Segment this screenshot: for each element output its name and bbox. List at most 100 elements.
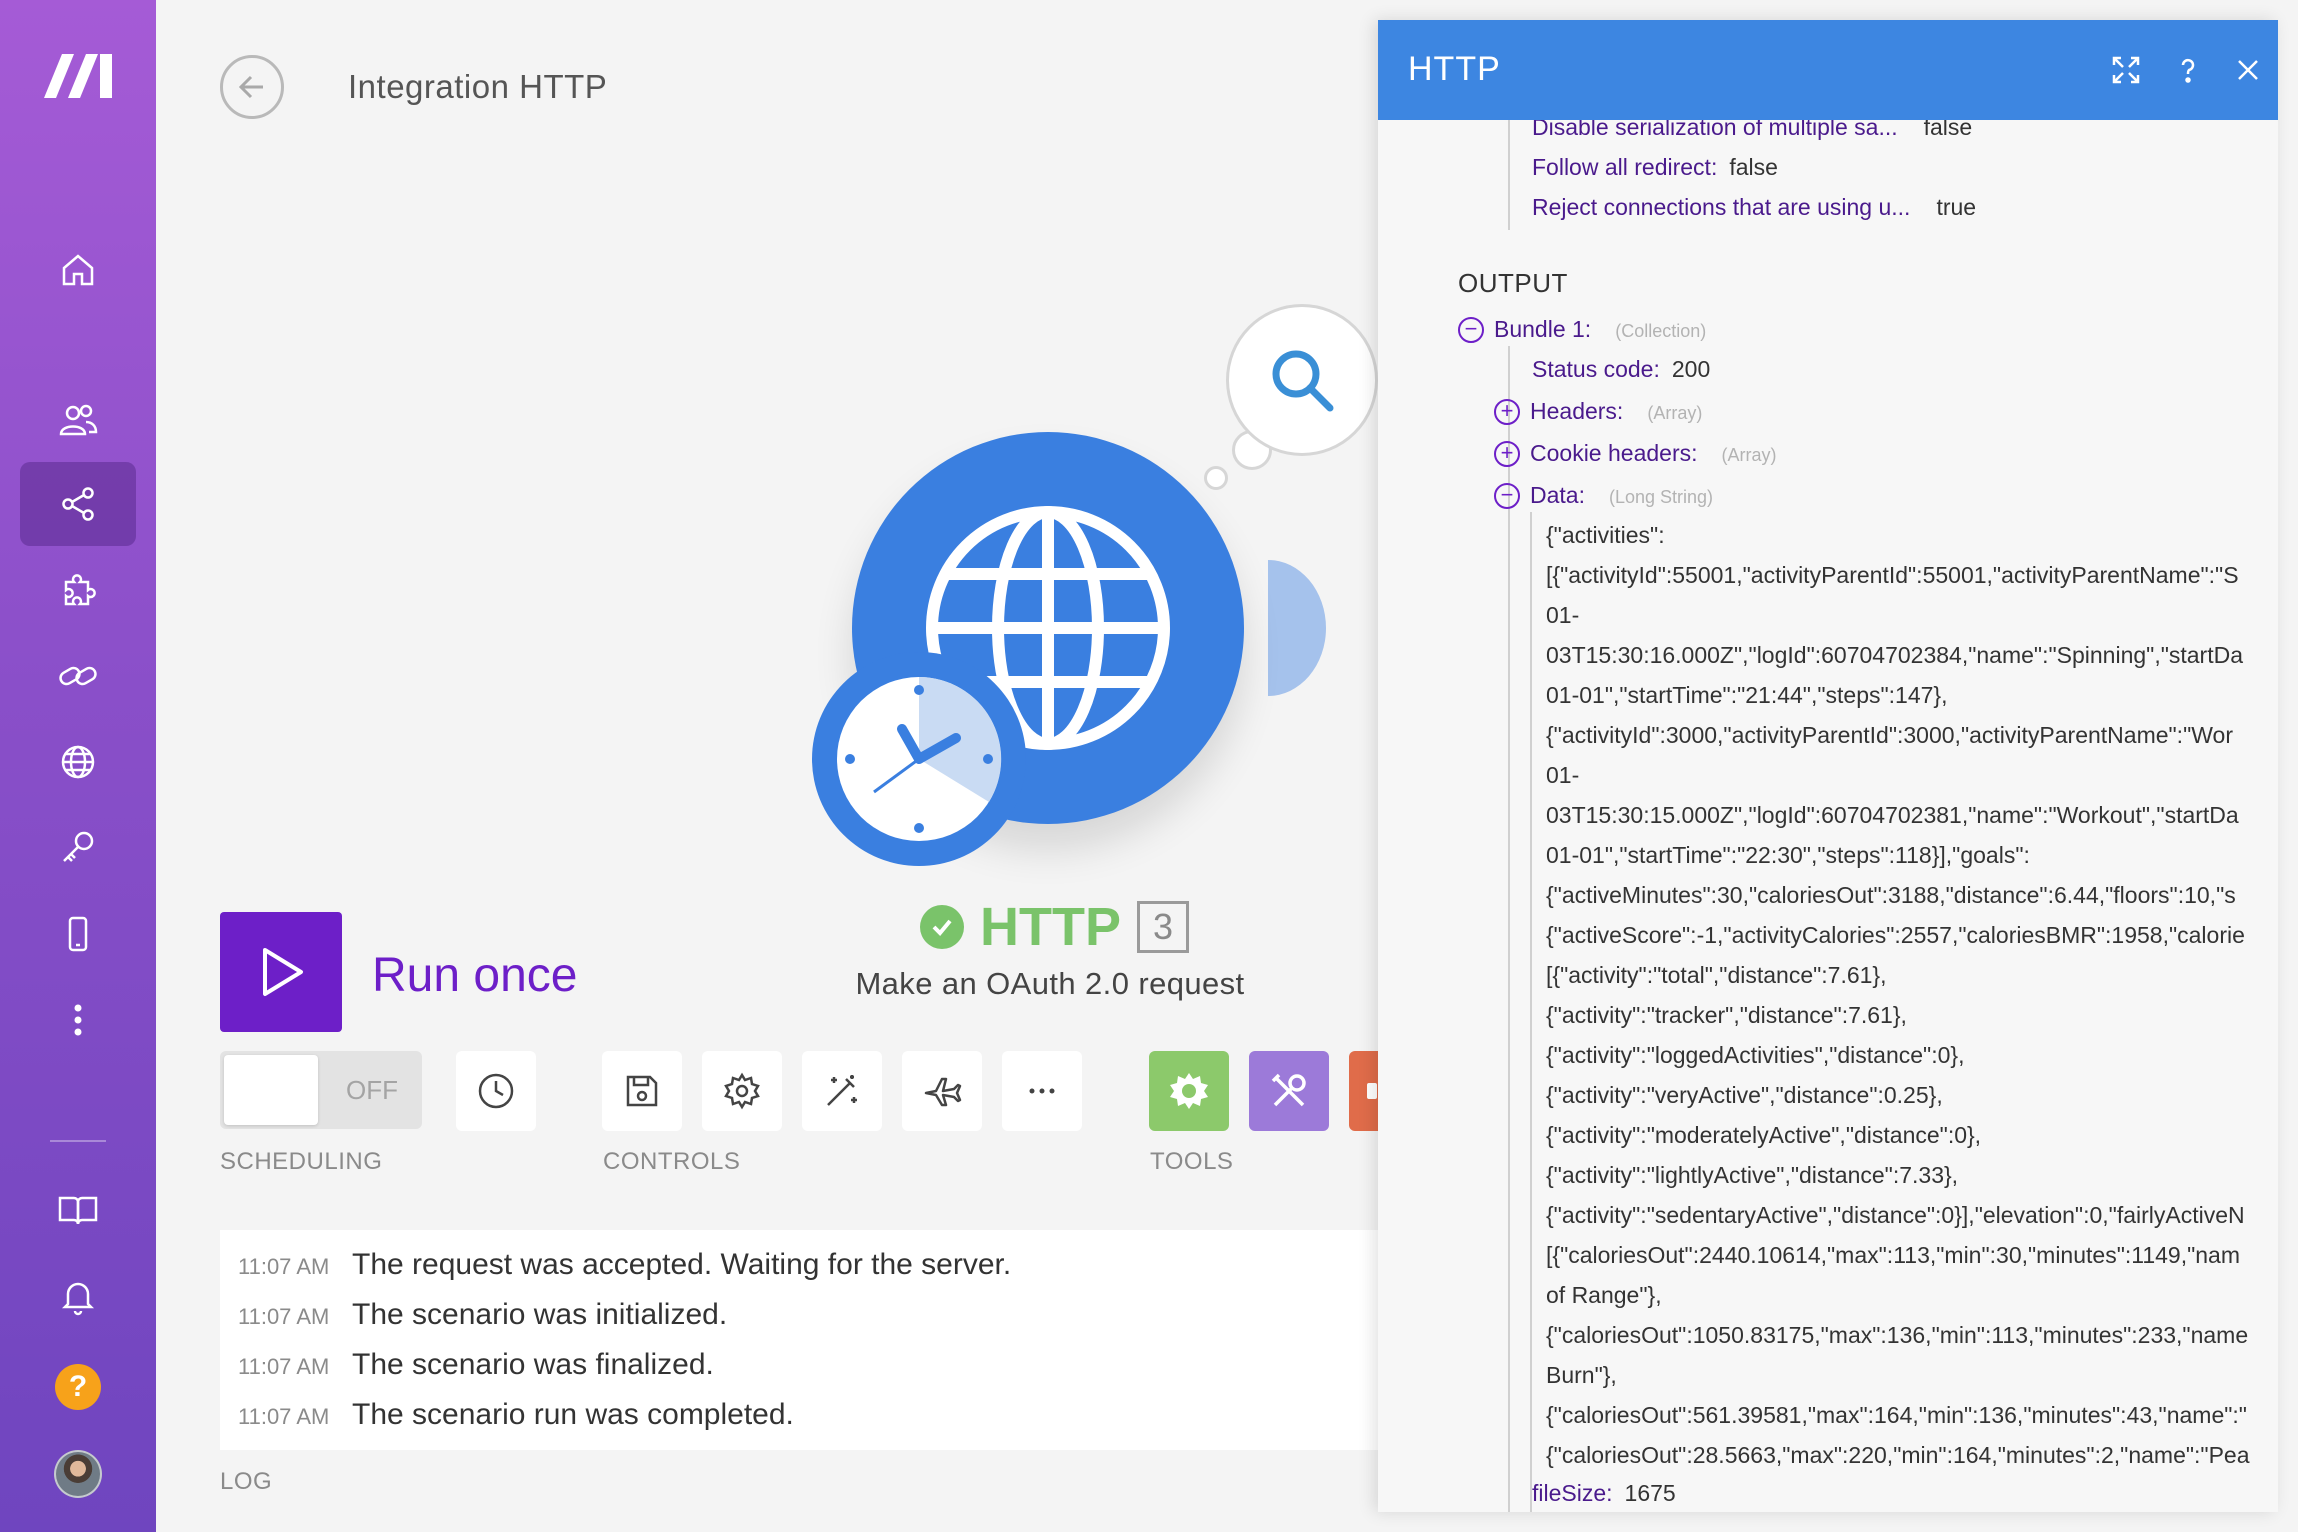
wrench-screwdriver-icon [1271,1073,1306,1107]
more-vertical-icon [74,1004,82,1036]
clock-icon [478,1073,514,1109]
data-type: (Long String) [1608,487,1714,507]
scheduling-toggle[interactable]: OFF [220,1051,422,1129]
data-row[interactable]: − Data: (Long String) [1494,482,1713,509]
page-title: Integration HTTP [348,68,608,105]
input-row: Disable serialization of multiple sa... … [1532,120,1972,141]
scenario-settings-button[interactable] [702,1051,782,1131]
help-icon[interactable] [2166,48,2210,92]
maximize-icon[interactable] [2104,48,2148,92]
sidebar-item-scenarios[interactable] [20,462,136,546]
sidebar-item-keys[interactable] [20,806,136,890]
log-label: LOG [220,1468,273,1495]
team-icon [59,404,98,436]
toggle-state: OFF [346,1075,398,1105]
apps-icon [64,574,96,606]
sidebar-item-notifications[interactable] [20,1254,136,1338]
data-line: {"activity":"veryActive","distance":0.25… [1546,1082,1943,1108]
data-line: {"activityId":3000,"activityParentId":30… [1546,722,2233,748]
thought-bubble-small [1204,466,1228,490]
headers-key: Headers: [1530,398,1624,424]
tools-button[interactable] [1149,1051,1229,1131]
globe-icon [61,745,95,779]
gear-icon [724,1072,760,1110]
log-time: 11:07 AM [238,1254,330,1279]
sidebar-item-home[interactable] [20,228,136,312]
log-entry: 11:07 AM The scenario was finalized. [238,1348,714,1382]
input-row: Reject connections that are using u... t… [1532,194,1976,221]
bundle-row[interactable]: − Bundle 1: (Collection) [1458,316,1706,343]
scheduling-label: SCHEDULING [220,1148,383,1175]
sidebar-item-webhooks[interactable] [20,720,136,804]
play-icon [263,948,303,996]
log-message: The scenario run was completed. [352,1398,794,1431]
collapse-icon[interactable]: − [1494,482,1520,509]
user-avatar[interactable] [54,1450,102,1498]
sidebar-item-more[interactable] [20,978,136,1062]
filesize-row: fileSize: 1675 [1532,1480,1676,1507]
sidebar-item-apps[interactable] [20,548,136,632]
explain-flow-button[interactable] [902,1051,982,1131]
flow-control-button[interactable] [1249,1051,1329,1131]
schedule-settings-button[interactable] [456,1051,536,1131]
sidebar-divider [50,1140,106,1142]
input-value: false [1729,154,1778,180]
bell-icon [61,1282,95,1316]
status-row: Status code: 200 [1532,356,1710,383]
schedule-clock-icon[interactable] [812,652,1026,866]
data-line: Burn"}, [1546,1362,1617,1388]
back-button[interactable] [220,55,284,119]
module-id-badge: 3 [1137,901,1189,953]
help-icon[interactable]: ? [55,1364,101,1410]
input-value: true [1936,194,1977,220]
bundle-type: (Collection) [1615,321,1707,341]
auto-align-button[interactable] [802,1051,882,1131]
expand-icon[interactable]: + [1494,440,1520,467]
text-parser-button[interactable] [1349,1051,1380,1131]
scenarios-icon [62,487,94,521]
data-line: {"activeMinutes":30,"caloriesOut":3188,"… [1546,882,2236,908]
log-entry: 11:07 AM The request was accepted. Waiti… [238,1248,1011,1282]
cookie-headers-type: (Array) [1721,445,1777,465]
log-panel[interactable]: 11:07 AM The request was accepted. Waiti… [220,1230,1380,1450]
data-line: [{"caloriesOut":2440.10614,"max":113,"mi… [1546,1242,2241,1268]
cookie-headers-row[interactable]: + Cookie headers: (Array) [1494,440,1777,467]
headers-row[interactable]: + Headers: (Array) [1494,398,1702,425]
make-logo-icon[interactable] [40,46,116,102]
mobile-device-icon [68,916,88,952]
save-button[interactable] [602,1051,682,1131]
more-controls-button[interactable] [1002,1051,1082,1131]
data-line: {"activity":"lightlyActive","distance":7… [1546,1162,1959,1188]
sidebar-item-devices[interactable] [20,892,136,976]
data-key: Data: [1530,482,1585,508]
check-icon [920,905,964,949]
run-once-button[interactable] [220,912,342,1032]
arrow-left-icon [238,75,263,99]
close-icon[interactable] [2226,48,2270,92]
bundle-inspector-panel: HTTP Disable serialization of multiple s… [1378,20,2278,1512]
data-line: {"activity":"tracker","distance":7.61}, [1546,1002,1907,1028]
data-line: {"activity":"loggedActivities","distance… [1546,1042,1965,1068]
panel-body[interactable]: Disable serialization of multiple sa... … [1378,120,2278,1512]
bundle-key: Bundle 1: [1494,316,1592,342]
sidebar-item-team[interactable] [20,378,136,462]
data-line: {"activities": [1546,522,1665,548]
expand-icon[interactable]: + [1494,398,1520,425]
module-name: HTTP [980,897,1121,957]
tree-line [1530,512,1532,1512]
sidebar-item-connections[interactable] [20,634,136,718]
tools-label: TOOLS [1150,1148,1234,1175]
collapse-icon[interactable]: − [1458,316,1484,343]
data-line: {"caloriesOut":561.39581,"max":164,"min"… [1546,1402,2247,1428]
controls-label: CONTROLS [603,1148,741,1175]
run-once-label[interactable]: Run once [372,948,577,1003]
log-time: 11:07 AM [238,1404,330,1429]
data-line: [{"activityId":55001,"activityParentId":… [1546,562,2239,588]
gear-icon [1170,1073,1208,1109]
data-line: {"activity":"sedentaryActive","distance"… [1546,1202,2245,1228]
filesize-key: fileSize: [1532,1480,1613,1506]
log-time: 11:07 AM [238,1304,330,1329]
inspect-bubble[interactable] [1226,304,1378,456]
panel-header: HTTP [1378,20,2278,120]
sidebar-item-docs[interactable] [20,1168,136,1252]
